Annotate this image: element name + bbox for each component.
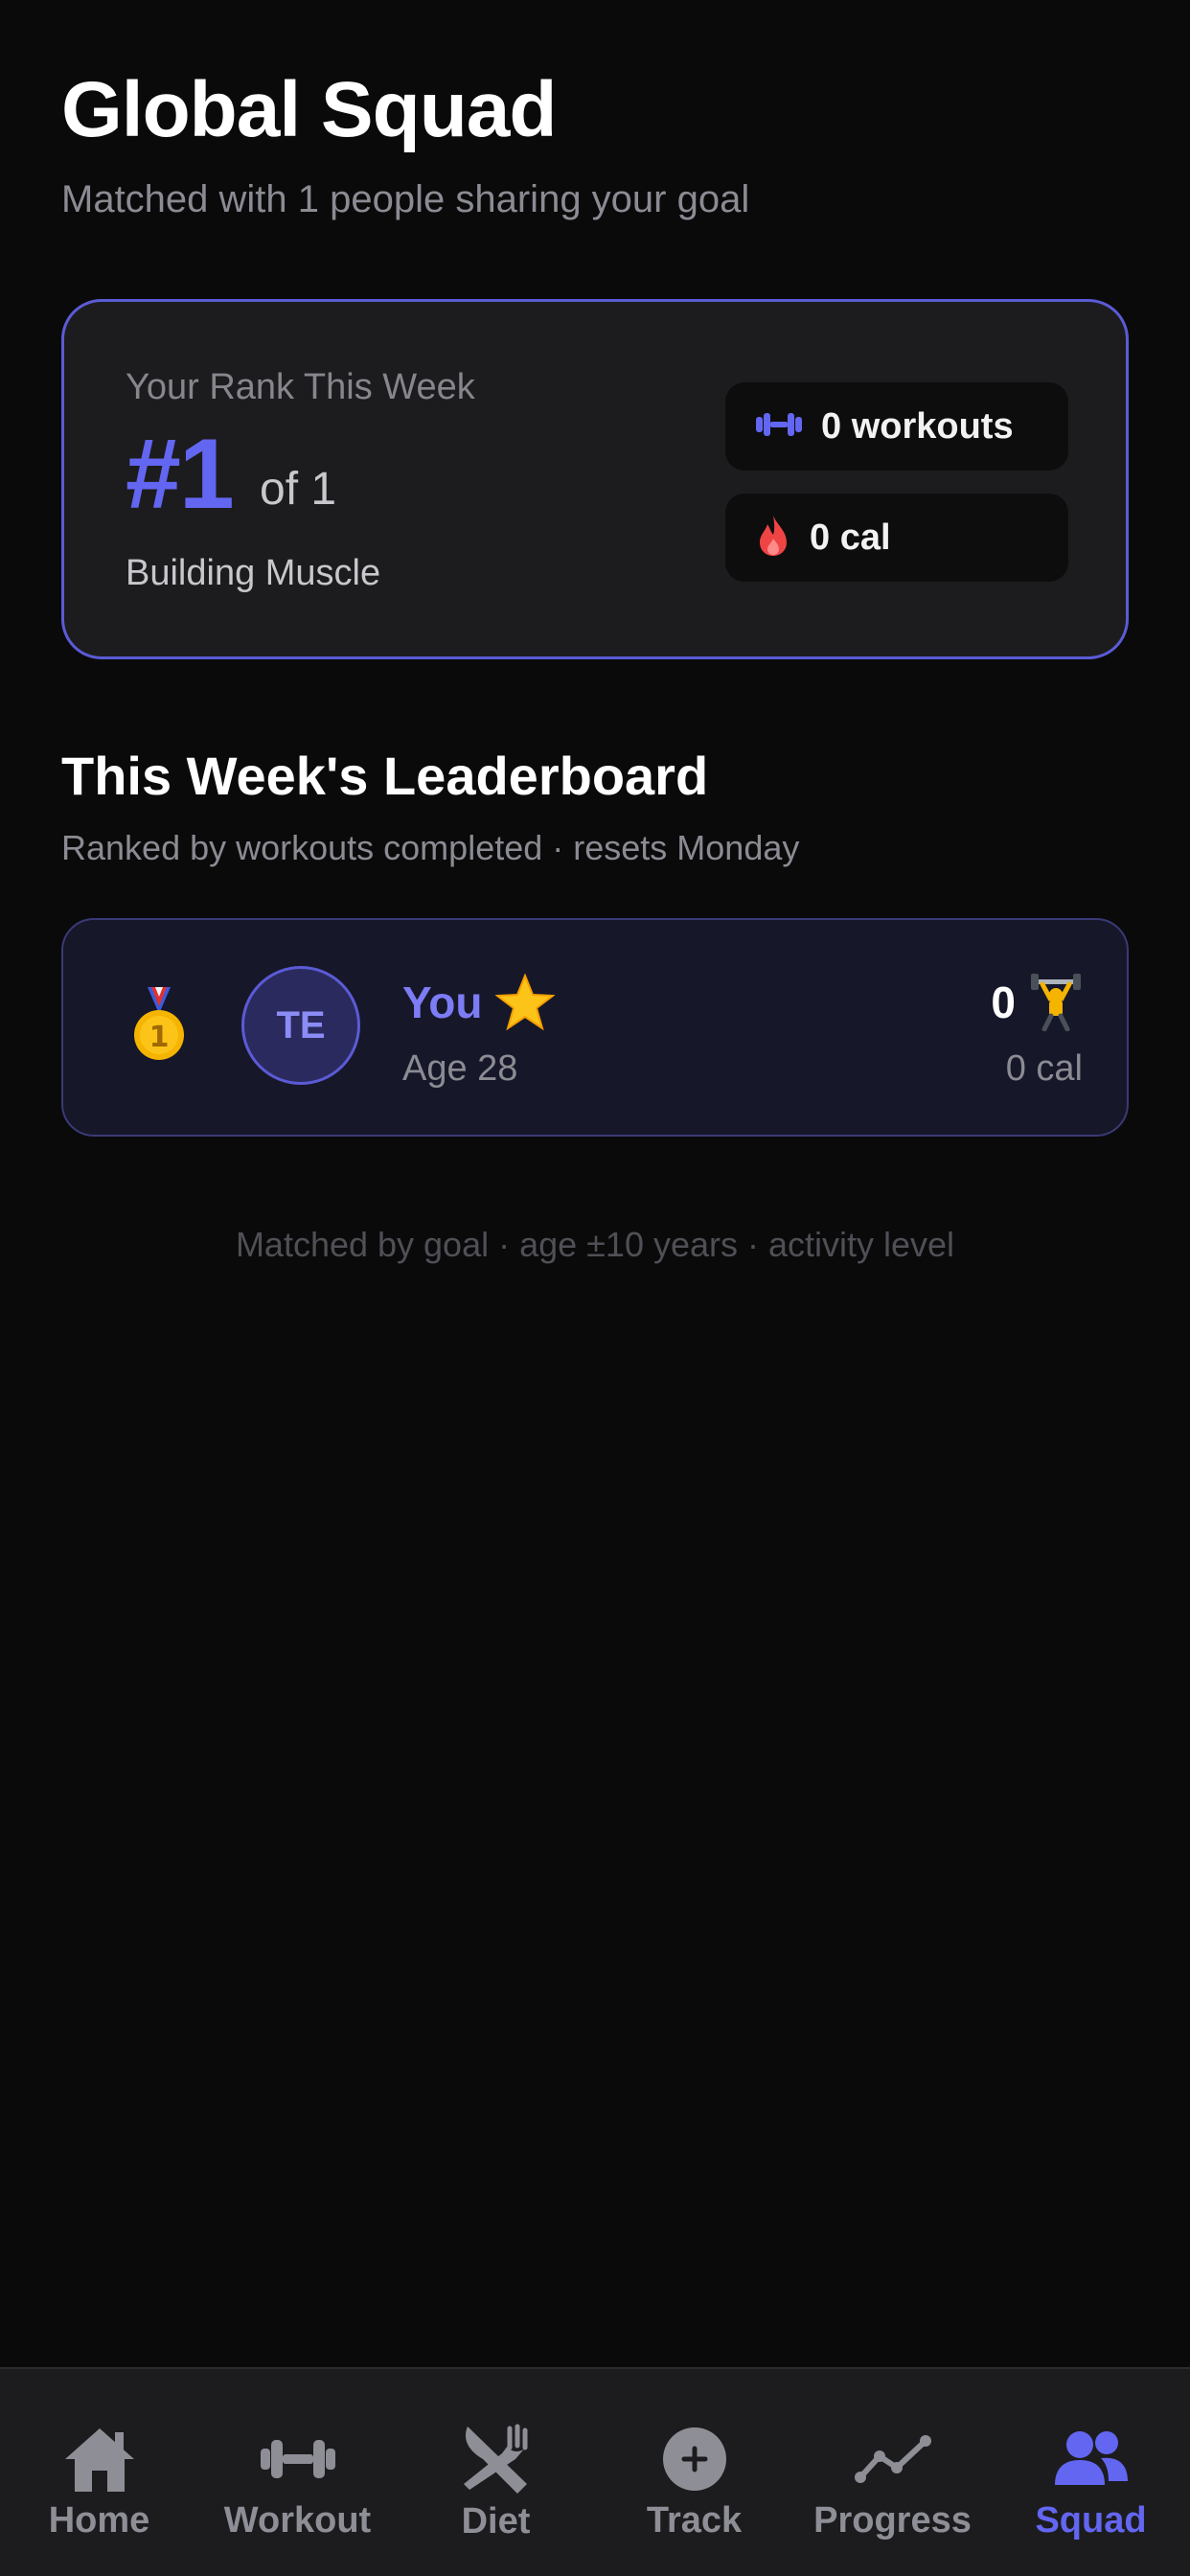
dumbbell-icon bbox=[754, 410, 804, 444]
page-title: Global Squad bbox=[61, 66, 557, 153]
rank-of-total: of 1 bbox=[260, 464, 337, 515]
leaderboard-row[interactable]: 1 TE You Age 28 0 0 cal bbox=[61, 918, 1129, 1137]
utensils-icon bbox=[460, 2423, 533, 2496]
workouts-stat: 0 workouts bbox=[725, 382, 1068, 471]
weightlifter-icon bbox=[1029, 974, 1083, 1031]
nav-label: Home bbox=[48, 2500, 150, 2541]
workouts-count: 0 workouts bbox=[821, 405, 1014, 447]
people-icon bbox=[1053, 2423, 1130, 2495]
nav-item-track[interactable]: Track bbox=[595, 2369, 793, 2542]
nav-item-workout[interactable]: Workout bbox=[198, 2369, 397, 2542]
bottom-nav: Home Workout Diet Track Progress Squad bbox=[0, 2367, 1190, 2576]
leaderboard-name-row: You bbox=[402, 974, 556, 1031]
plus-circle-icon bbox=[661, 2423, 728, 2495]
leaderboard-age: Age 28 bbox=[402, 1048, 518, 1089]
dumbbell-icon bbox=[259, 2423, 337, 2495]
nav-label: Progress bbox=[813, 2500, 972, 2541]
gold-medal-icon: 1 bbox=[130, 987, 188, 1069]
svg-text:1: 1 bbox=[149, 1021, 170, 1054]
flame-icon bbox=[754, 514, 792, 563]
leaderboard-title: This Week's Leaderboard bbox=[61, 746, 709, 806]
leaderboard-calories: 0 cal bbox=[1005, 1048, 1083, 1089]
leaderboard-score: 0 bbox=[991, 978, 1016, 1027]
avatar: TE bbox=[241, 966, 360, 1085]
nav-label: Diet bbox=[461, 2501, 531, 2542]
star-icon bbox=[495, 974, 556, 1031]
nav-label: Track bbox=[646, 2500, 743, 2541]
leaderboard-name: You bbox=[402, 978, 483, 1027]
calories-count: 0 cal bbox=[810, 517, 891, 558]
rank-goal: Building Muscle bbox=[126, 553, 381, 593]
rank-card: Your Rank This Week #1 of 1 Building Mus… bbox=[61, 299, 1129, 659]
nav-label: Squad bbox=[1035, 2500, 1147, 2541]
leaderboard-subtitle: Ranked by workouts completed · resets Mo… bbox=[61, 828, 800, 867]
trend-line-icon bbox=[854, 2423, 931, 2495]
rank-label: Your Rank This Week bbox=[126, 367, 475, 407]
nav-item-squad[interactable]: Squad bbox=[992, 2369, 1190, 2542]
nav-label: Workout bbox=[223, 2500, 372, 2541]
page-subtitle: Matched with 1 people sharing your goal bbox=[61, 178, 750, 220]
nav-item-home[interactable]: Home bbox=[0, 2369, 198, 2542]
matching-footnote: Matched by goal · age ±10 years · activi… bbox=[235, 1225, 955, 1264]
leaderboard-score-row: 0 bbox=[991, 974, 1083, 1031]
rank-number: #1 bbox=[126, 419, 235, 530]
nav-item-diet[interactable]: Diet bbox=[397, 2369, 595, 2542]
home-icon bbox=[61, 2423, 138, 2495]
calories-stat: 0 cal bbox=[725, 494, 1068, 582]
nav-item-progress[interactable]: Progress bbox=[793, 2369, 992, 2542]
